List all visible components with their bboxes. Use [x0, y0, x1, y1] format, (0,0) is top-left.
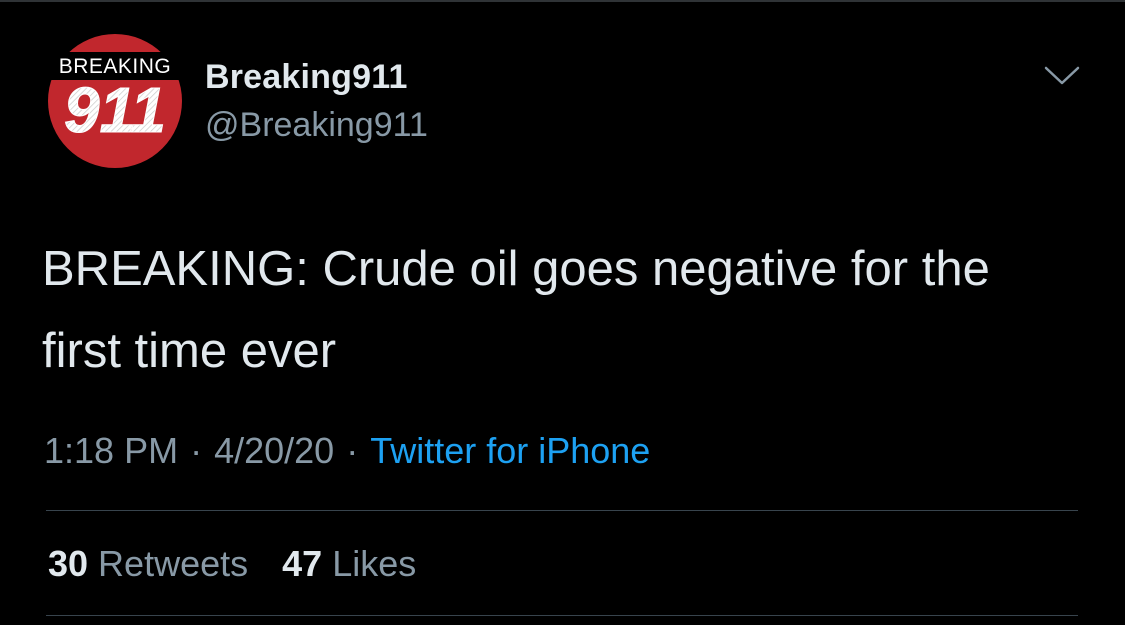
tweet-stats: 30 Retweets 47 Likes — [48, 543, 440, 585]
divider — [46, 510, 1078, 511]
likes-stat[interactable]: 47 Likes — [282, 543, 416, 584]
likes-count: 47 — [282, 543, 323, 584]
author-display-name[interactable]: Breaking911 — [205, 58, 408, 97]
divider — [46, 615, 1078, 616]
logo-number: 911 — [64, 74, 166, 146]
tweet-date: 4/20/20 — [214, 430, 335, 471]
meta-separator: · — [346, 430, 359, 471]
tweet-time: 1:18 PM — [44, 430, 179, 471]
retweets-label: Retweets — [98, 543, 249, 584]
retweets-stat[interactable]: 30 Retweets — [48, 543, 248, 584]
avatar[interactable]: BREAKING 911 — [46, 32, 184, 170]
meta-separator: · — [190, 430, 203, 471]
tweet-source-link[interactable]: Twitter for iPhone — [370, 430, 650, 471]
author-handle[interactable]: @Breaking911 — [205, 106, 428, 145]
breaking911-logo-icon: BREAKING 911 — [48, 34, 182, 168]
chevron-down-icon[interactable] — [1042, 62, 1082, 90]
retweets-count: 30 — [48, 543, 89, 584]
likes-label: Likes — [332, 543, 417, 584]
tweet-meta: 1:18 PM · 4/20/20 · Twitter for iPhone — [44, 430, 650, 472]
tweet-text: BREAKING: Crude oil goes negative for th… — [42, 242, 990, 378]
top-border — [0, 0, 1125, 2]
